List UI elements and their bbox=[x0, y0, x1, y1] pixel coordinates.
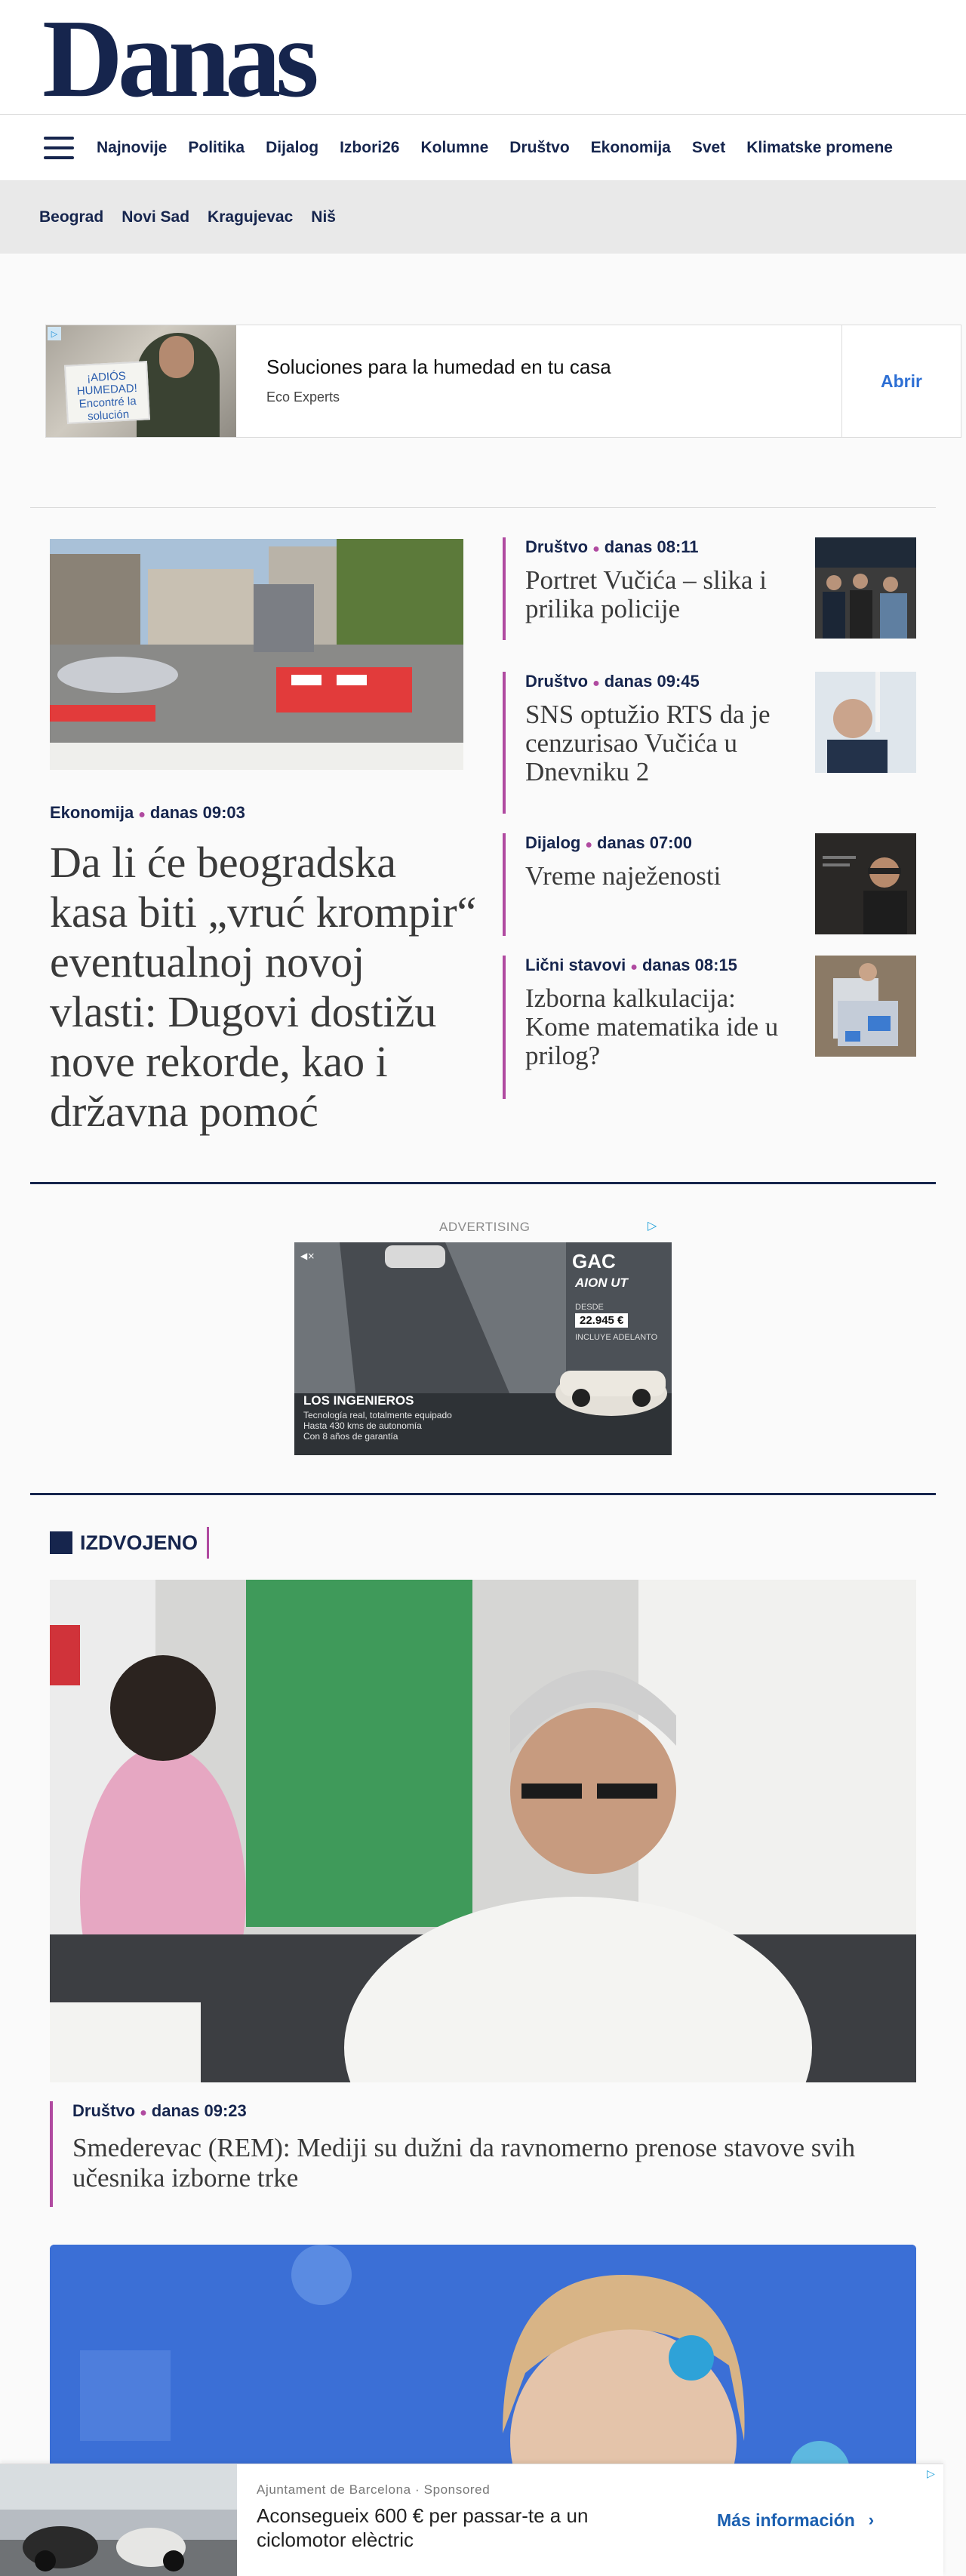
advertising-label: ADVERTISING bbox=[439, 1220, 531, 1234]
top-ad-banner[interactable]: ▷ ¡ADIÓS HUMEDAD! Encontré la solución S… bbox=[45, 325, 961, 438]
nav-item-politika[interactable]: Politika bbox=[188, 139, 245, 157]
site-header: Danas Najnovije Politika Dijalog Izbori2… bbox=[0, 0, 966, 254]
featured-article-image[interactable] bbox=[50, 1580, 916, 2082]
section-divider bbox=[30, 1493, 936, 1495]
city-nav: Beograd Novi Sad Kragujevac Niš bbox=[0, 181, 966, 254]
sticky-ad-image bbox=[0, 2464, 237, 2576]
side-article: Društvo ● danas 08:11 Portret Vučića – sli… bbox=[503, 537, 921, 640]
lead-article-meta: Ekonomija ● danas 09:03 bbox=[50, 803, 245, 822]
nav-item-drustvo[interactable]: Društvo bbox=[509, 139, 569, 157]
ad-price: 22.945 € bbox=[575, 1313, 629, 1328]
ad-line: Hasta 430 kms de autonomía bbox=[303, 1420, 422, 1431]
timestamp: danas 07:00 bbox=[597, 833, 692, 852]
category-label[interactable]: Društvo bbox=[72, 2101, 135, 2120]
side-article-thumbnail[interactable] bbox=[815, 956, 916, 1057]
side-article: Društvo ● danas 09:45 SNS optužio RTS da j… bbox=[503, 672, 921, 814]
nav-item-izbori26[interactable]: Izbori26 bbox=[340, 139, 399, 157]
timestamp: danas 09:23 bbox=[151, 2101, 247, 2120]
featured-article: Društvo ● danas 09:23 Smederevac (REM): Me… bbox=[50, 2101, 918, 2207]
section-header-izdvojeno: IZDVOJENO bbox=[50, 1527, 210, 1559]
sticky-bottom-ad[interactable]: Ajuntament de Barcelona · Sponsored Acon… bbox=[0, 2464, 943, 2576]
category-label[interactable]: Ekonomija bbox=[50, 803, 134, 822]
ad-sign: ¡ADIÓS HUMEDAD! Encontré la solución bbox=[64, 361, 150, 424]
section-square-icon bbox=[50, 1531, 72, 1554]
side-article: Dijalog ● danas 07:00 Vreme naježenosti bbox=[503, 833, 921, 936]
side-article: Lični stavovi ● danas 08:15 Izborna kalkul… bbox=[503, 956, 921, 1099]
category-label[interactable]: Društvo bbox=[525, 672, 588, 691]
sponsored-label: Sponsored bbox=[423, 2482, 491, 2497]
lead-article-title[interactable]: Da li će beogradska kasa biti „vruć krom… bbox=[50, 838, 480, 1137]
sticky-ad-title[interactable]: Aconsegueix 600 € per passar-te a un cic… bbox=[257, 2504, 649, 2552]
ad-line: Tecnología real, totalmente equipado bbox=[303, 1410, 452, 1420]
side-article-thumbnail[interactable] bbox=[815, 672, 916, 773]
logo-bar: Danas bbox=[0, 0, 966, 115]
side-article-title[interactable]: SNS optužio RTS da je cenzurisao Vučića … bbox=[525, 700, 797, 786]
timestamp: danas 08:15 bbox=[641, 956, 737, 974]
ad-sponsor: Eco Experts bbox=[266, 389, 340, 405]
main-nav: Najnovije Politika Dijalog Izbori26 Kolu… bbox=[0, 115, 966, 181]
svg-text:◀×: ◀× bbox=[300, 1251, 315, 1261]
ad-open-button[interactable]: Abrir bbox=[841, 325, 961, 437]
featured-article-title[interactable]: Smederevac (REM): Mediji su dužni da rav… bbox=[72, 2133, 918, 2193]
more-info-button[interactable]: Más información bbox=[717, 2510, 855, 2531]
nav-item-najnovije[interactable]: Najnovije bbox=[97, 139, 167, 157]
category-label[interactable]: Dijalog bbox=[525, 833, 580, 852]
timestamp: danas 09:45 bbox=[604, 672, 700, 691]
car-ad[interactable]: ◀× GAC AION UT DESDE 22.945 € INCLUYE AD… bbox=[294, 1242, 672, 1455]
site-logo[interactable]: Danas bbox=[42, 3, 319, 115]
ad-line: Con 8 años de garantía bbox=[303, 1431, 398, 1442]
chevron-right-icon[interactable]: › bbox=[869, 2510, 874, 2530]
side-article-title[interactable]: Vreme naježenosti bbox=[525, 862, 797, 891]
ad-title: Soluciones para la humedad en tu casa bbox=[266, 355, 611, 378]
ad-source: Ajuntament de Barcelona bbox=[257, 2482, 411, 2497]
ad-price-label: DESDE bbox=[575, 1303, 604, 1312]
category-label[interactable]: Društvo bbox=[525, 537, 588, 556]
side-article-title[interactable]: Izborna kalkulacija: Kome matematika ide… bbox=[525, 984, 797, 1070]
ad-choices-icon[interactable]: ▷ bbox=[648, 1218, 663, 1233]
nav-item-kolumne[interactable]: Kolumne bbox=[420, 139, 488, 157]
nav-item-ekonomija[interactable]: Ekonomija bbox=[591, 139, 671, 157]
ad-brand: GAC bbox=[572, 1250, 616, 1273]
side-article-thumbnail[interactable] bbox=[815, 833, 916, 934]
category-label[interactable]: Lični stavovi bbox=[525, 956, 626, 974]
city-item-novi-sad[interactable]: Novi Sad bbox=[122, 208, 189, 226]
nav-item-klimatske-promene[interactable]: Klimatske promene bbox=[746, 139, 893, 157]
ad-price-note: INCLUYE ADELANTO bbox=[575, 1333, 658, 1342]
lead-article-image[interactable] bbox=[50, 539, 463, 770]
city-item-kragujevac[interactable]: Kragujevac bbox=[208, 208, 293, 226]
ad-choices-icon[interactable]: ▷ bbox=[927, 2467, 940, 2481]
divider bbox=[30, 507, 936, 508]
ad-headline: LOS INGENIEROS bbox=[303, 1393, 414, 1408]
ad-model: AION UT bbox=[575, 1276, 628, 1290]
city-item-beograd[interactable]: Beograd bbox=[39, 208, 103, 226]
city-item-nis[interactable]: Niš bbox=[311, 208, 336, 226]
timestamp: danas 08:11 bbox=[604, 537, 699, 556]
side-article-title[interactable]: Portret Vučića – slika i prilika policij… bbox=[525, 566, 797, 623]
section-title: IZDVOJENO bbox=[80, 1531, 198, 1554]
side-article-thumbnail[interactable] bbox=[815, 537, 916, 639]
section-divider bbox=[30, 1182, 936, 1184]
timestamp: danas 09:03 bbox=[149, 803, 245, 822]
nav-item-svet[interactable]: Svet bbox=[692, 139, 725, 157]
ad-choices-icon[interactable]: ▷ bbox=[48, 327, 61, 340]
ad-image: ▷ ¡ADIÓS HUMEDAD! Encontré la solución bbox=[46, 325, 236, 437]
nav-item-dijalog[interactable]: Dijalog bbox=[266, 139, 318, 157]
hamburger-menu-icon[interactable] bbox=[44, 136, 74, 159]
